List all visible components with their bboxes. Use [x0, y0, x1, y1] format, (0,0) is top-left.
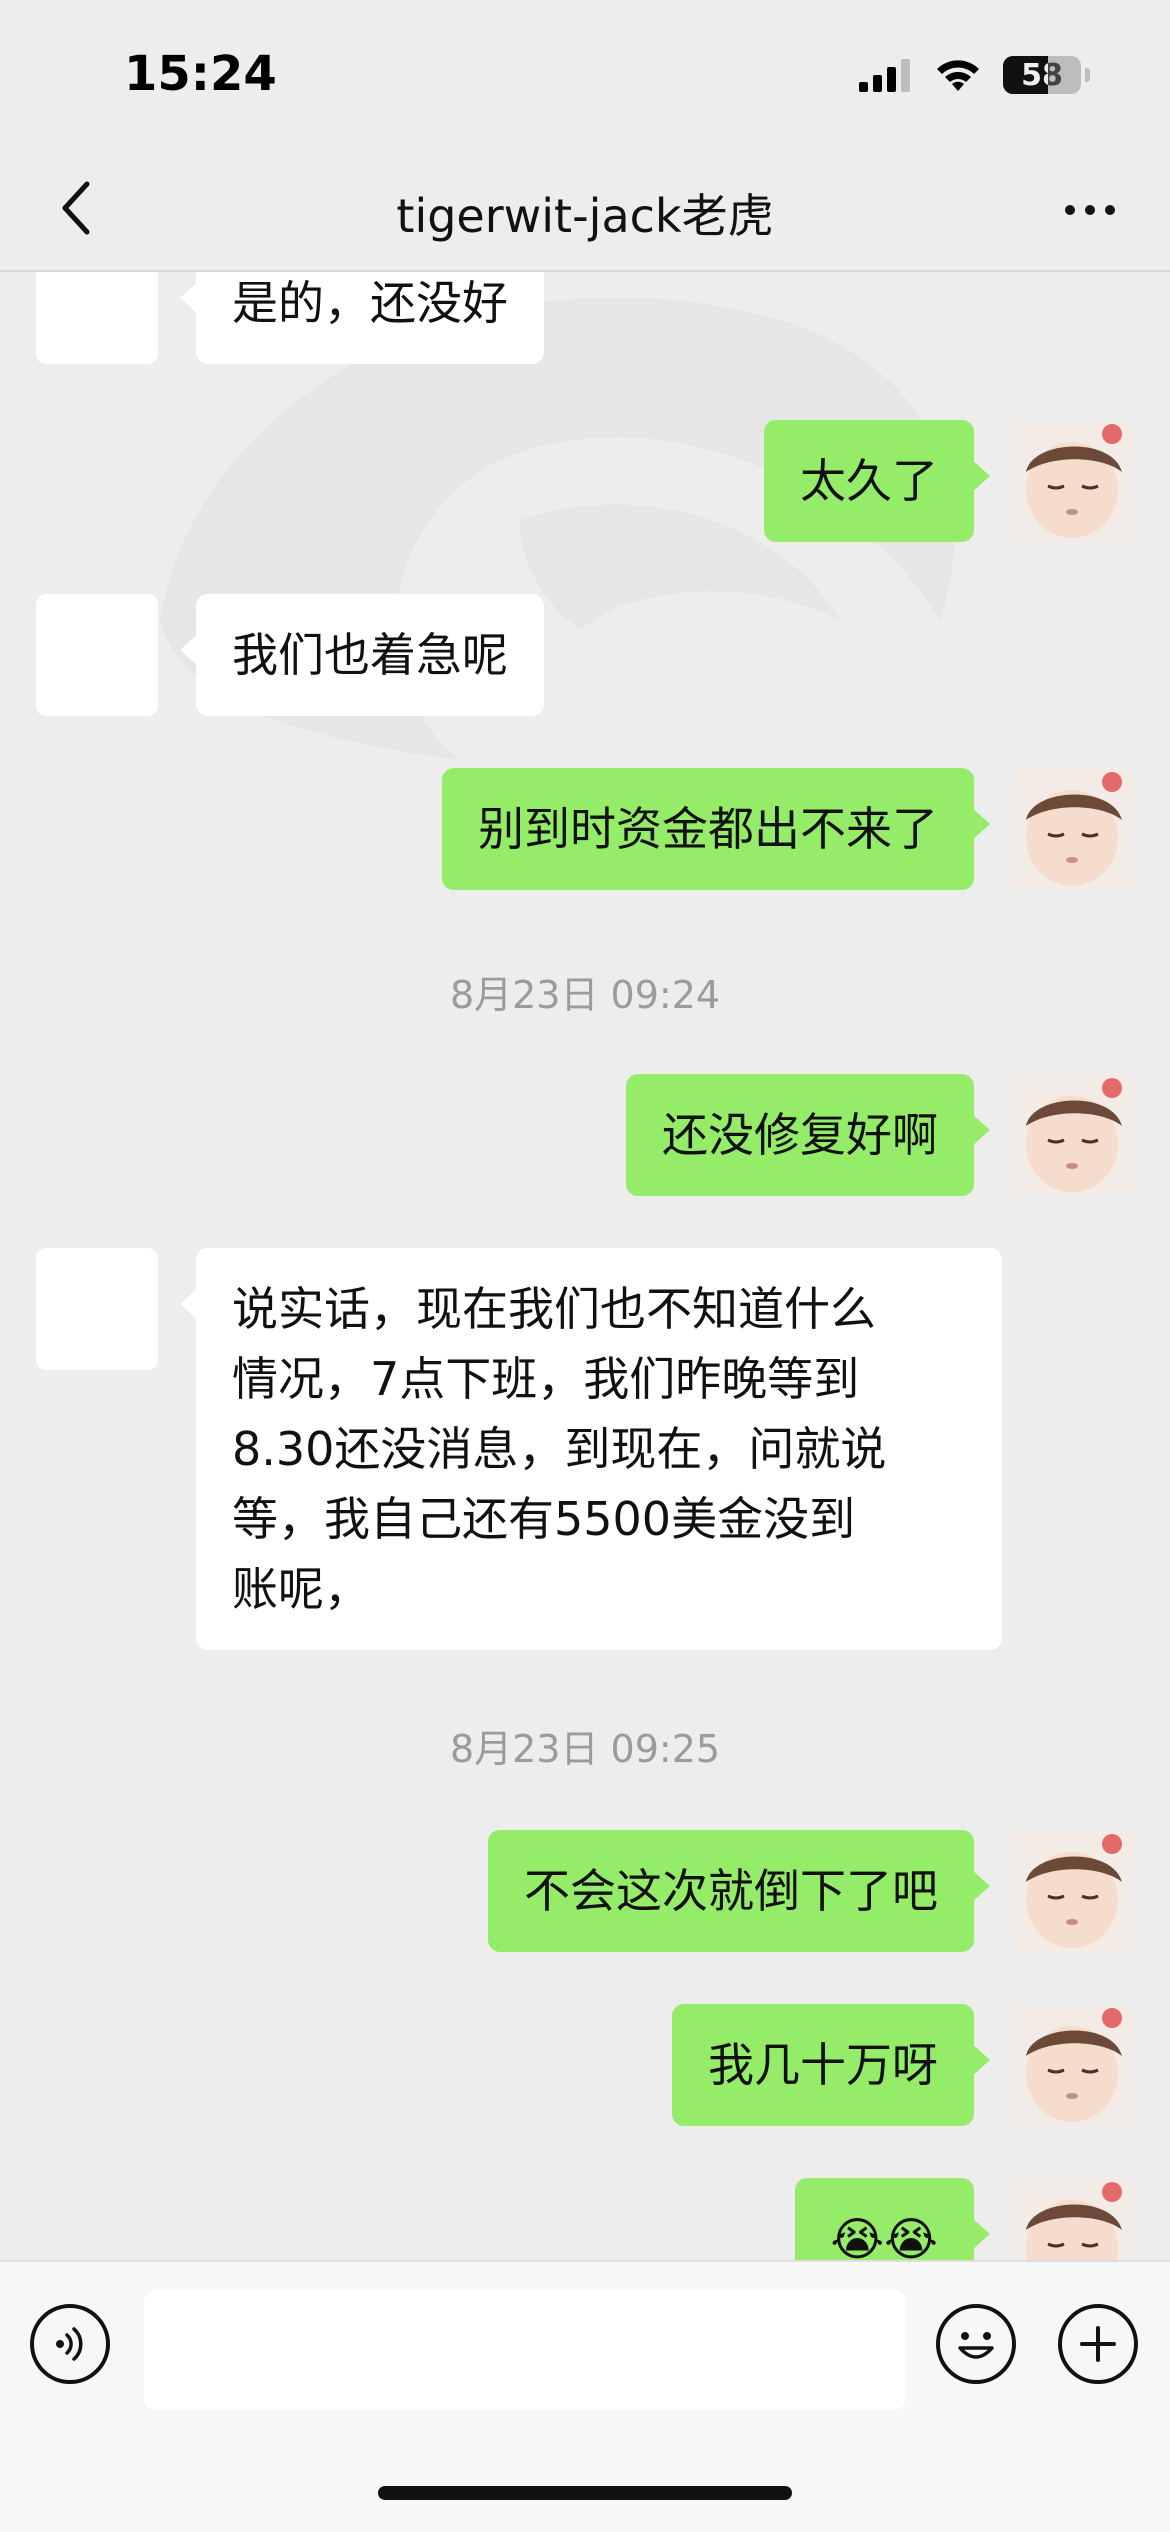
message-bubble-sent[interactable]: 不会这次就倒下了吧 [488, 1830, 990, 1952]
more-dot [1085, 205, 1095, 215]
baby-avatar-icon [1012, 1074, 1134, 1196]
user-avatar[interactable] [1012, 768, 1134, 890]
battery-icon: 58 [1003, 56, 1081, 94]
chat-screen: 15:24 58 tigerwit-jack老虎 是的，还没好 太久了 我们也着… [0, 0, 1170, 2532]
message-bubble-received[interactable]: 我们也着急呢 [180, 594, 544, 716]
status-bar: 15:24 58 [0, 0, 1170, 150]
user-avatar[interactable] [1012, 1830, 1134, 1952]
message-timestamp: 8月23日 09:25 [449, 1727, 721, 1771]
message-bubble-sent[interactable]: 😭😭 [794, 2178, 990, 2260]
voice-icon [56, 2327, 83, 2361]
baby-avatar-icon [1012, 2004, 1134, 2126]
message-bubble-sent[interactable]: 我几十万呀 [672, 2004, 990, 2126]
emoji-button[interactable] [936, 2304, 1016, 2384]
message-input[interactable] [144, 2290, 906, 2410]
message-line: 情况，7点下班，我们昨晚等到 [232, 1352, 860, 1406]
status-time: 15:24 [124, 46, 277, 102]
voice-button[interactable] [30, 2304, 110, 2384]
message-list[interactable]: 是的，还没好 太久了 我们也着急呢 别到时资金都出不来了 8月23日 09:24… [0, 272, 1170, 2260]
contact-avatar[interactable] [36, 272, 158, 364]
message-bubble-received[interactable]: 说实话，现在我们也不知道什么 情况，7点下班，我们昨晚等到 8.30还没消息，到… [180, 1248, 1002, 1650]
user-avatar[interactable] [1012, 2178, 1134, 2260]
home-indicator[interactable] [378, 2486, 792, 2500]
plus-button[interactable] [1058, 2304, 1138, 2384]
user-avatar[interactable] [1012, 420, 1134, 542]
message-bubble-sent[interactable]: 太久了 [764, 420, 990, 542]
more-dot [1105, 205, 1115, 215]
message-line: 等，我自己还有5500美金没到 [232, 1492, 856, 1546]
plus-icon [1080, 2326, 1116, 2362]
battery-percent: 58 [1021, 57, 1063, 93]
message-line: 说实话，现在我们也不知道什么 [232, 1282, 876, 1336]
more-button[interactable] [1050, 180, 1130, 240]
chat-title: tigerwit-jack老虎 [396, 189, 774, 243]
baby-avatar-icon [1012, 420, 1134, 542]
wifi-icon [937, 60, 979, 91]
message-timestamp: 8月23日 09:24 [449, 973, 721, 1017]
message-bubble-received[interactable]: 是的，还没好 [180, 272, 544, 364]
status-icons: 58 [859, 56, 1090, 94]
message-line: 8.30还没消息，到现在，问就说 [232, 1422, 887, 1476]
message-bubble-sent[interactable]: 还没修复好啊 [626, 1074, 990, 1196]
message-bubble-sent[interactable]: 别到时资金都出不来了 [442, 768, 990, 890]
nav-bar: tigerwit-jack老虎 [0, 150, 1170, 272]
cellular-signal-icon [859, 59, 910, 92]
contact-avatar[interactable] [36, 594, 158, 716]
emoji-icon [958, 2332, 994, 2359]
baby-avatar-icon [1012, 2178, 1134, 2260]
user-avatar[interactable] [1012, 1074, 1134, 1196]
baby-avatar-icon [1012, 768, 1134, 890]
user-avatar[interactable] [1012, 2004, 1134, 2126]
battery-tip [1085, 68, 1090, 82]
more-dots-icon [1065, 205, 1075, 215]
message-line: 账呢， [232, 1562, 370, 1616]
baby-avatar-icon [1012, 1830, 1134, 1952]
contact-avatar[interactable] [36, 1248, 158, 1370]
